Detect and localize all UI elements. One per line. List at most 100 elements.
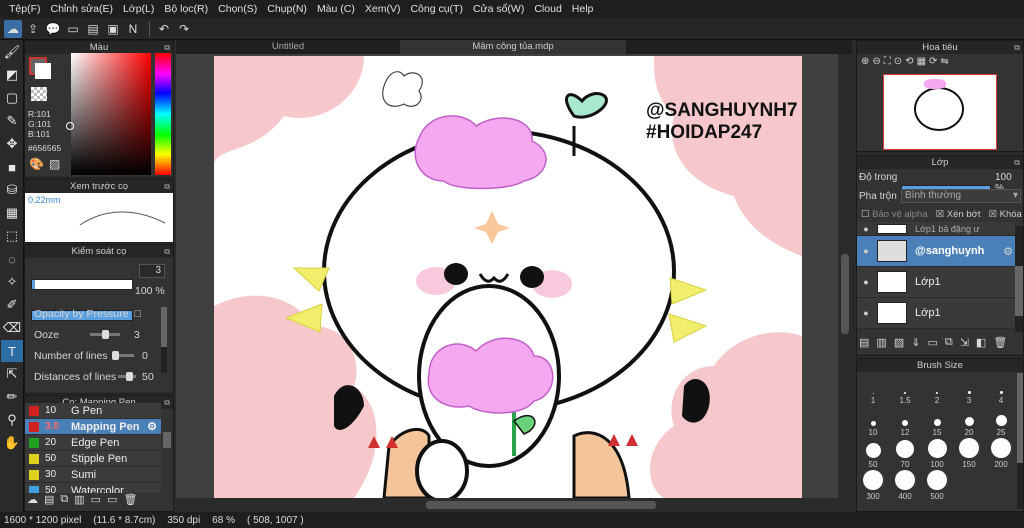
- layer-row-partial[interactable]: ● Lớp1 bả đặng ư: [857, 222, 1015, 236]
- size-500[interactable]: 500: [921, 469, 953, 501]
- drawing-canvas[interactable]: @SANGHUYNH7 #HOIDAP247: [214, 56, 802, 498]
- rotate-reset-icon[interactable]: ▦: [917, 56, 926, 72]
- folder-icon[interactable]: ▭: [91, 493, 101, 509]
- fill-rect-icon[interactable]: ■: [1, 156, 23, 178]
- eyedropper-pen-icon[interactable]: ✏: [1, 386, 23, 408]
- bucket-icon[interactable]: ⛁: [1, 179, 23, 201]
- opacity-pressure-row[interactable]: Opacity by Pressure □: [25, 303, 157, 324]
- eye-icon[interactable]: ●: [859, 308, 873, 318]
- delete-icon[interactable]: 🗑: [123, 493, 137, 509]
- brush-item-sumi[interactable]: 30 Sumi: [25, 467, 161, 483]
- eyedropper-icon[interactable]: ⚲: [1, 409, 23, 431]
- select-eraser-icon[interactable]: ⌫: [1, 317, 23, 339]
- duplicate-icon[interactable]: ⧉: [945, 336, 953, 352]
- operation-icon[interactable]: ⇱: [1, 363, 23, 385]
- transparent-swatch[interactable]: [31, 87, 47, 101]
- eraser-icon[interactable]: ◩: [1, 64, 23, 86]
- delete-icon[interactable]: 🗑: [993, 336, 1007, 352]
- text-icon[interactable]: N: [124, 20, 142, 38]
- gear-icon[interactable]: ⚙: [147, 420, 157, 433]
- panel-float-icon[interactable]: ⧉: [1014, 41, 1020, 54]
- lines-slider[interactable]: [112, 351, 134, 360]
- brush-size-value[interactable]: 3: [139, 264, 165, 278]
- redo-icon[interactable]: ↷: [175, 20, 193, 38]
- brush-size-scrollbar[interactable]: [1017, 373, 1023, 509]
- zoom-in-icon[interactable]: ⊕: [861, 56, 869, 72]
- blend-mode-select[interactable]: Bình thường ▾: [901, 189, 1021, 203]
- panel-float-icon[interactable]: ⧉: [164, 245, 170, 258]
- menu-window[interactable]: Cửa sổ(W): [468, 3, 529, 15]
- size-10[interactable]: 10: [857, 405, 889, 437]
- brush-icon[interactable]: 🖌: [1, 41, 23, 63]
- palette-icon[interactable]: 🎨: [29, 157, 44, 171]
- brush-item-edge-pen[interactable]: 20 Edge Pen: [25, 435, 161, 451]
- size-12[interactable]: 12: [889, 405, 921, 437]
- lasso-icon[interactable]: ◌: [1, 248, 23, 270]
- layer-scrollbar[interactable]: [1015, 226, 1023, 332]
- layer-row-sanghuynh[interactable]: ● @sanghuynh ⚙: [857, 236, 1015, 267]
- brush-item-stipple-pen[interactable]: 50 Stipple Pen: [25, 451, 161, 467]
- brush-size-slider[interactable]: [31, 279, 133, 290]
- menu-tools[interactable]: Công cụ(T): [405, 3, 468, 15]
- opacity-pressure-checkbox[interactable]: □: [135, 308, 141, 320]
- size-300[interactable]: 300: [857, 469, 889, 501]
- menu-edit[interactable]: Chỉnh sửa(E): [46, 3, 118, 15]
- size-400[interactable]: 400: [889, 469, 921, 501]
- eye-icon[interactable]: ●: [859, 224, 873, 234]
- cloud-brush-icon[interactable]: ☁: [27, 493, 38, 509]
- text-tool-icon[interactable]: T: [1, 340, 23, 362]
- color-cursor[interactable]: [66, 122, 74, 130]
- menu-layer[interactable]: Lớp(L): [118, 3, 159, 15]
- menu-file[interactable]: Tệp(F): [4, 3, 46, 15]
- menu-view[interactable]: Xem(V): [360, 3, 406, 15]
- add-layer-dropdown-icon[interactable]: ⇓: [911, 336, 920, 352]
- saturation-value-field[interactable]: [71, 53, 151, 175]
- gear-icon[interactable]: ⚙: [1003, 245, 1013, 258]
- menu-color[interactable]: Màu (C): [312, 3, 360, 15]
- size-15[interactable]: 15: [921, 405, 953, 437]
- menu-help[interactable]: Help: [567, 3, 599, 15]
- size-70[interactable]: 70: [889, 437, 921, 469]
- mask-icon[interactable]: ◧: [976, 336, 986, 352]
- pen-nib-icon[interactable]: ✎: [1, 110, 23, 132]
- brush-item-g-pen[interactable]: 10 G Pen: [25, 403, 161, 419]
- chat-icon[interactable]: 💬: [44, 20, 62, 38]
- size-25[interactable]: 25: [985, 405, 1017, 437]
- size-3[interactable]: 3: [953, 373, 985, 405]
- size-20[interactable]: 20: [953, 405, 985, 437]
- navigator-thumbnail[interactable]: [883, 74, 997, 150]
- brush-list-scrollbar[interactable]: [163, 432, 171, 448]
- rect-select-icon[interactable]: ▢: [1, 87, 23, 109]
- horizontal-scrollbar[interactable]: [176, 498, 852, 512]
- image-icon[interactable]: ▣: [104, 20, 122, 38]
- folder-alt-icon[interactable]: ▭: [107, 493, 117, 509]
- protect-alpha-checkbox[interactable]: ☐ Bảo vệ alpha: [861, 209, 928, 220]
- menu-select[interactable]: Chọn(S): [213, 3, 262, 15]
- layer-row-lop1-a[interactable]: ● Lớp1: [857, 267, 1015, 298]
- canvas-area[interactable]: @SANGHUYNH7 #HOIDAP247: [176, 54, 852, 498]
- eye-icon[interactable]: ●: [859, 277, 873, 287]
- size-50[interactable]: 50: [857, 437, 889, 469]
- size-200[interactable]: 200: [985, 437, 1017, 469]
- panel-float-icon[interactable]: ⧉: [1014, 156, 1020, 169]
- layer-row-lop1-b[interactable]: ● Lớp1: [857, 298, 1015, 329]
- new-brush-icon[interactable]: ▤: [44, 493, 54, 509]
- size-4[interactable]: 4: [985, 373, 1017, 405]
- color-picker-icon[interactable]: ▨: [49, 157, 60, 171]
- undo-icon[interactable]: ↶: [155, 20, 173, 38]
- brush-item-watercolor[interactable]: 50 Watercolor: [25, 483, 161, 493]
- flip-icon[interactable]: ⇋: [940, 56, 948, 72]
- new-halftone-icon[interactable]: ▥: [876, 336, 886, 352]
- eye-icon[interactable]: ●: [859, 246, 873, 256]
- magic-wand-icon[interactable]: ✧: [1, 271, 23, 293]
- new-raster-icon[interactable]: ▧: [894, 336, 904, 352]
- select-icon[interactable]: ⬚: [1, 225, 23, 247]
- ooze-slider[interactable]: [90, 330, 120, 339]
- menu-cloud[interactable]: Cloud: [529, 3, 566, 15]
- brush-control-scrollbar[interactable]: [161, 307, 167, 373]
- zoom-reset-icon[interactable]: ⊙: [894, 56, 902, 72]
- menu-capture[interactable]: Chụp(N): [262, 3, 312, 15]
- merge-icon[interactable]: ⇲: [960, 336, 969, 352]
- panel-float-icon[interactable]: ⧉: [164, 396, 170, 409]
- tab-untitled[interactable]: Untitled: [176, 40, 400, 54]
